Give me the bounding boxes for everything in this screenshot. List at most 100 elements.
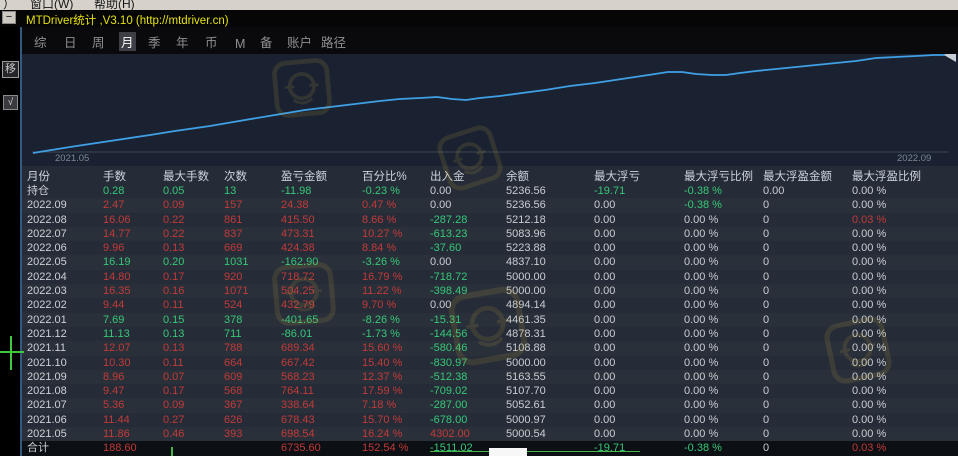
table-row[interactable]: 2022.069.960.13669424.388.84 %-37.605223… [22, 241, 958, 255]
row-value: 16.35 [103, 284, 131, 298]
column-header-8: 余额 [506, 170, 529, 184]
table-row[interactable]: 2022.017.690.15378-401.65-8.26 %-15.3144… [22, 313, 958, 327]
tab-8-m[interactable]: M [235, 37, 245, 51]
tab-7-period[interactable]: 币 [205, 32, 218, 51]
row-value: 0 [763, 413, 769, 427]
row-value: 11.86 [103, 427, 130, 441]
row-value: 8.96 [103, 370, 124, 384]
row-value: 338.64 [281, 398, 315, 412]
tab-10-period[interactable]: 账户 [287, 32, 312, 51]
row-value: 17.59 % [362, 384, 402, 398]
row-label: 2022.05 [27, 255, 67, 269]
row-value: 5000.00 [506, 270, 546, 284]
row-value: -512.38 [430, 370, 467, 384]
row-value: 0.00 % [852, 341, 886, 355]
row-value: -86.01 [281, 327, 312, 341]
column-header-7: 出入金 [430, 170, 465, 184]
table-row[interactable]: 2021.089.470.17568764.1117.59 %-709.0251… [22, 384, 958, 398]
row-value: 4894.14 [506, 298, 546, 312]
tab-2-period[interactable]: 日 [64, 32, 77, 51]
row-value: 0.00 % [852, 356, 886, 370]
tab-9-period[interactable]: 备 [260, 32, 273, 51]
tab-4-period[interactable]: 月 [119, 32, 136, 51]
menubar-item-fragment[interactable]: ） [3, 0, 15, 10]
column-header-9: 最大浮亏 [594, 170, 640, 184]
table-row[interactable]: 2021.0611.440.27626678.4315.70 %-678.005… [22, 413, 958, 427]
row-value: 0.00 % [684, 298, 718, 312]
row-value: 678.43 [281, 413, 315, 427]
menubar-item-help[interactable]: 帮助(H) [94, 0, 135, 10]
row-label: 2022.01 [27, 313, 67, 327]
row-value: 10.30 [103, 356, 131, 370]
row-value: -398.49 [430, 284, 467, 298]
tab-3-period[interactable]: 周 [92, 32, 105, 51]
table-row[interactable]: 2022.0316.350.161071504.2511.22 %-398.49… [22, 284, 958, 298]
row-value: 0.00 [594, 213, 615, 227]
row-value: -613.23 [430, 227, 467, 241]
table-row[interactable]: 2022.029.440.11524432.799.70 %0.004894.1… [22, 298, 958, 312]
row-value: 8.66 % [362, 213, 396, 227]
row-value: 0 [763, 398, 769, 412]
row-value: 0 [763, 313, 769, 327]
check-button[interactable]: √ [3, 95, 18, 110]
row-value: 0.00 [594, 313, 615, 327]
row-value: 0.00 % [684, 241, 718, 255]
row-label: 2021.10 [27, 356, 67, 370]
row-value: 0.00 % [852, 184, 886, 198]
row-value: -8.26 % [362, 313, 400, 327]
row-value: 5052.61 [506, 398, 546, 412]
table-row[interactable]: 2022.0816.060.22861415.508.66 %-287.2852… [22, 213, 958, 227]
move-button[interactable]: 移 [2, 61, 19, 78]
equity-curve-svg [22, 54, 958, 166]
row-label: 2021.06 [27, 413, 67, 427]
table-row[interactable]: 2021.1211.130.13711-86.01-1.73 %-144.564… [22, 327, 958, 341]
row-label: 2021.09 [27, 370, 67, 384]
table-row[interactable]: 2021.098.960.07609568.2312.37 %-512.3851… [22, 370, 958, 384]
table-row[interactable]: 2022.0714.770.22837473.3110.27 %-613.235… [22, 227, 958, 241]
row-value: 432.79 [281, 298, 315, 312]
row-value: 9.47 [103, 384, 124, 398]
row-value: 0.11 [163, 298, 184, 312]
x-axis-start-label: 2021.05 [55, 153, 89, 164]
row-value: 5083.96 [506, 227, 546, 241]
bottom-crosshair-tick [171, 447, 173, 456]
tab-5-period[interactable]: 季 [148, 32, 161, 51]
table-row[interactable]: 2022.0516.190.201031-162.90-3.26 %0.0048… [22, 255, 958, 269]
row-value: 0.00 % [684, 427, 718, 441]
row-value: 0.17 [163, 384, 184, 398]
row-value: 5000.00 [506, 284, 546, 298]
tab-11-period[interactable]: 路径 [321, 32, 346, 51]
table-row[interactable]: 2021.075.360.09367338.647.18 %-287.00505… [22, 398, 958, 412]
column-header-1: 月份 [27, 170, 50, 184]
row-value: 0.00 % [684, 413, 718, 427]
row-value: -144.56 [430, 327, 467, 341]
row-label: 持仓 [27, 184, 49, 198]
table-row[interactable]: 2021.1112.070.13788689.3415.60 %-580.465… [22, 341, 958, 355]
row-value: 0.00 [763, 184, 784, 198]
row-value: 14.77 [103, 227, 131, 241]
minimize-button[interactable]: − [2, 11, 16, 24]
row-value: 0.00 % [852, 241, 886, 255]
row-value: 5236.56 [506, 198, 546, 212]
row-value: 13 [224, 184, 236, 198]
column-header-10: 最大浮亏比例 [684, 170, 753, 184]
row-value: -287.28 [430, 213, 467, 227]
menubar-item-window[interactable]: 窗口(W) [30, 0, 73, 10]
table-row[interactable]: 2021.0511.860.46393698.5416.24 %4302.005… [22, 427, 958, 441]
table-row[interactable]: 持仓0.280.0513-11.98-0.23 %0.005236.56-19.… [22, 184, 958, 198]
row-value: 1031 [224, 255, 248, 269]
row-value: 5000.00 [506, 356, 546, 370]
tab-6-period[interactable]: 年 [176, 32, 189, 51]
row-value: 0 [763, 384, 769, 398]
row-value: 0.00 [594, 298, 615, 312]
row-value: 0.13 [163, 341, 184, 355]
equity-curve-chart: 2021.05 2022.09 [22, 54, 958, 166]
table-row[interactable]: 2021.1010.300.11664667.4215.40 %-830.975… [22, 356, 958, 370]
row-value: -580.46 [430, 341, 467, 355]
monthly-statistics-table: 月份手数最大手数次数盈亏金额百分比%出入金余额最大浮亏最大浮亏比例最大浮盈金额最… [22, 166, 958, 456]
row-value: 12.07 [103, 341, 131, 355]
table-row[interactable]: 2022.0414.800.17920718.7216.79 %-718.725… [22, 270, 958, 284]
tab-1-period[interactable]: 综 [34, 32, 47, 51]
row-value: 5223.88 [506, 241, 546, 255]
table-row[interactable]: 2022.092.470.0915724.380.47 %0.005236.56… [22, 198, 958, 212]
